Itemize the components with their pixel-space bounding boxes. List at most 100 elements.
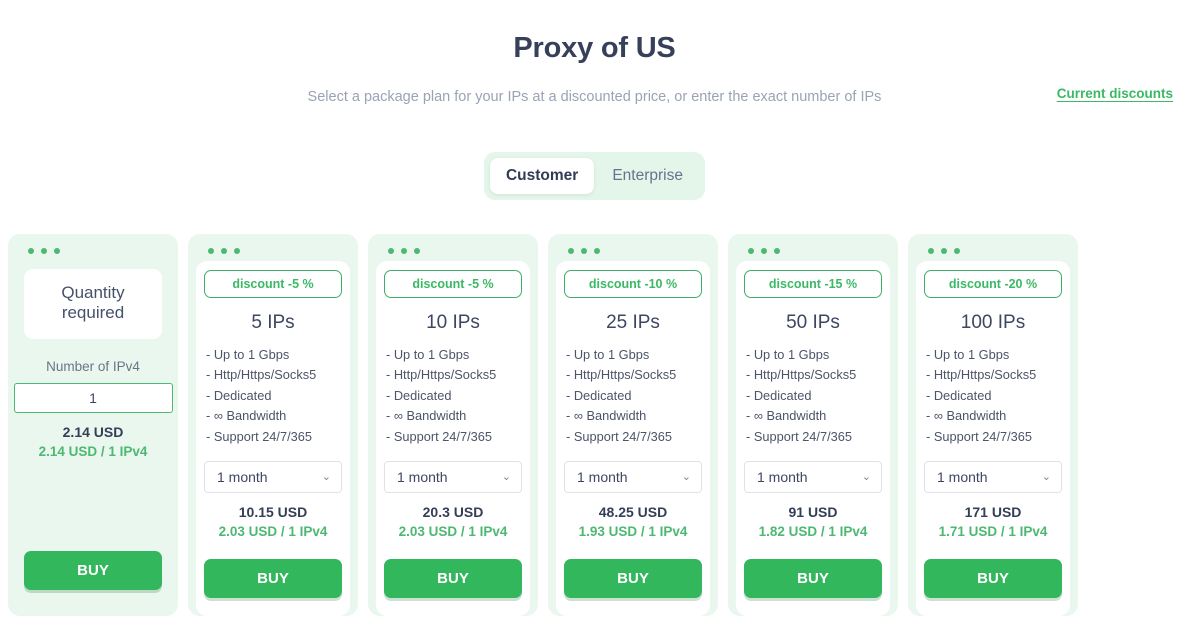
plan-features: - Up to 1 Gbps - Http/Https/Socks5 - Ded… xyxy=(744,345,882,447)
feature-item: - Up to 1 Gbps xyxy=(746,347,830,362)
plan-unit-price: 1.82 USD / 1 IPv4 xyxy=(758,524,868,540)
plan-card-inner: discount -15 % 50 IPs - Up to 1 Gbps - H… xyxy=(736,261,890,616)
dot-icon xyxy=(41,248,47,254)
feature-item: - Http/Https/Socks5 xyxy=(566,367,677,383)
plan-ip-count: 10 IPs xyxy=(426,312,480,333)
card-dots-icon xyxy=(908,242,1078,261)
dot-icon xyxy=(54,248,60,254)
dot-icon xyxy=(208,248,214,254)
plan-card-inner: discount -10 % 25 IPs - Up to 1 Gbps - H… xyxy=(556,261,710,616)
pricing-cards: Quantity required Number of IPv4 2.14 US… xyxy=(0,234,1189,616)
page-subtitle: Select a package plan for your IPs at a … xyxy=(307,89,882,105)
buy-button[interactable]: BUY xyxy=(204,559,342,598)
chevron-down-icon: ⌄ xyxy=(1041,470,1051,483)
dot-icon xyxy=(928,248,934,254)
feature-item: - Http/Https/Socks5 xyxy=(746,367,857,383)
dot-icon xyxy=(401,248,407,254)
feature-item: - Up to 1 Gbps xyxy=(926,347,1010,362)
quantity-total-price: 2.14 USD xyxy=(62,424,124,440)
feature-item: - ∞ Bandwidth xyxy=(926,408,1007,424)
period-select[interactable]: 1 month ⌄ xyxy=(564,461,702,494)
feature-item: - ∞ Bandwidth xyxy=(566,408,647,424)
plan-unit-price: 2.03 USD / 1 IPv4 xyxy=(218,524,328,540)
discount-badge: discount -20 % xyxy=(924,270,1062,298)
dot-icon xyxy=(414,248,420,254)
quantity-input[interactable] xyxy=(13,383,173,413)
chevron-down-icon: ⌄ xyxy=(501,470,511,483)
pricing-page: Proxy of US Select a package plan for yo… xyxy=(0,0,1189,631)
chevron-down-icon: ⌄ xyxy=(321,470,331,483)
plan-card-50: discount -15 % 50 IPs - Up to 1 Gbps - H… xyxy=(728,234,898,616)
period-select[interactable]: 1 month ⌄ xyxy=(204,461,342,494)
page-title: Proxy of US xyxy=(513,32,676,64)
period-select[interactable]: 1 month ⌄ xyxy=(924,461,1062,494)
discount-badge: discount -5 % xyxy=(204,270,342,298)
plan-total-price: 91 USD xyxy=(788,504,838,521)
card-dots-icon xyxy=(728,242,898,261)
current-discounts-link[interactable]: Current discounts xyxy=(1057,86,1173,101)
dot-icon xyxy=(581,248,587,254)
card-dots-icon xyxy=(188,242,358,261)
plan-features: - Up to 1 Gbps - Http/Https/Socks5 - Ded… xyxy=(384,345,522,447)
dot-icon xyxy=(774,248,780,254)
chevron-down-icon: ⌄ xyxy=(681,470,691,483)
buy-button[interactable]: BUY xyxy=(564,559,702,598)
feature-item: - Dedicated xyxy=(566,387,632,403)
dot-icon xyxy=(594,248,600,254)
quantity-unit-price: 2.14 USD / 1 IPv4 xyxy=(38,444,148,459)
discount-badge: discount -15 % xyxy=(744,270,882,298)
feature-item: - Support 24/7/365 xyxy=(386,428,493,444)
plan-total-price: 171 USD xyxy=(964,504,1022,521)
quantity-card-inner: Quantity required Number of IPv4 2.14 US… xyxy=(13,261,173,616)
buy-button[interactable]: BUY xyxy=(924,559,1062,598)
plan-card-inner: discount -5 % 10 IPs - Up to 1 Gbps - Ht… xyxy=(376,261,530,616)
plan-card-100: discount -20 % 100 IPs - Up to 1 Gbps - … xyxy=(908,234,1078,616)
discount-badge: discount -5 % xyxy=(384,270,522,298)
buy-button[interactable]: BUY xyxy=(744,559,882,598)
tab-customer[interactable]: Customer xyxy=(489,158,595,194)
card-dots-icon xyxy=(8,242,178,261)
period-select-value: 1 month xyxy=(217,469,268,486)
plan-card-25: discount -10 % 25 IPs - Up to 1 Gbps - H… xyxy=(548,234,718,616)
dot-icon xyxy=(748,248,754,254)
feature-item: - Up to 1 Gbps xyxy=(206,347,290,362)
feature-item: - ∞ Bandwidth xyxy=(206,408,287,424)
dot-icon xyxy=(954,248,960,254)
buy-button[interactable]: BUY xyxy=(384,559,522,598)
card-dots-icon xyxy=(368,242,538,261)
dot-icon xyxy=(941,248,947,254)
plan-card-5: discount -5 % 5 IPs - Up to 1 Gbps - Htt… xyxy=(188,234,358,616)
feature-item: - Http/Https/Socks5 xyxy=(926,367,1037,383)
period-select[interactable]: 1 month ⌄ xyxy=(744,461,882,494)
plan-card-inner: discount -20 % 100 IPs - Up to 1 Gbps - … xyxy=(916,261,1070,616)
tab-enterprise[interactable]: Enterprise xyxy=(596,158,699,194)
feature-item: - Dedicated xyxy=(206,387,272,403)
dot-icon xyxy=(234,248,240,254)
feature-item: - Support 24/7/365 xyxy=(746,428,853,444)
plan-unit-price: 2.03 USD / 1 IPv4 xyxy=(398,524,508,540)
dot-icon xyxy=(28,248,34,254)
quantity-card-heading: Quantity required xyxy=(24,269,162,339)
plan-total-price: 48.25 USD xyxy=(598,504,668,521)
plan-ip-count: 25 IPs xyxy=(606,312,660,333)
plan-total-price: 10.15 USD xyxy=(238,504,308,521)
plan-features: - Up to 1 Gbps - Http/Https/Socks5 - Ded… xyxy=(204,345,342,447)
plan-ip-count: 5 IPs xyxy=(251,312,295,333)
quantity-field-label: Number of IPv4 xyxy=(46,359,140,374)
feature-item: - Up to 1 Gbps xyxy=(386,347,470,362)
buy-button[interactable]: BUY xyxy=(24,551,162,590)
plan-unit-price: 1.71 USD / 1 IPv4 xyxy=(938,524,1048,540)
plan-ip-count: 100 IPs xyxy=(960,312,1026,333)
plan-card-inner: discount -5 % 5 IPs - Up to 1 Gbps - Htt… xyxy=(196,261,350,616)
period-select-value: 1 month xyxy=(577,469,628,486)
period-select[interactable]: 1 month ⌄ xyxy=(384,461,522,494)
plan-features: - Up to 1 Gbps - Http/Https/Socks5 - Ded… xyxy=(564,345,702,447)
plan-type-toggle: Customer Enterprise xyxy=(483,152,705,200)
card-dots-icon xyxy=(548,242,718,261)
dot-icon xyxy=(221,248,227,254)
plan-total-price: 20.3 USD xyxy=(422,504,484,521)
quantity-card: Quantity required Number of IPv4 2.14 US… xyxy=(8,234,178,616)
feature-item: - Support 24/7/365 xyxy=(206,428,313,444)
feature-item: - Up to 1 Gbps xyxy=(566,347,650,362)
period-select-value: 1 month xyxy=(937,469,988,486)
